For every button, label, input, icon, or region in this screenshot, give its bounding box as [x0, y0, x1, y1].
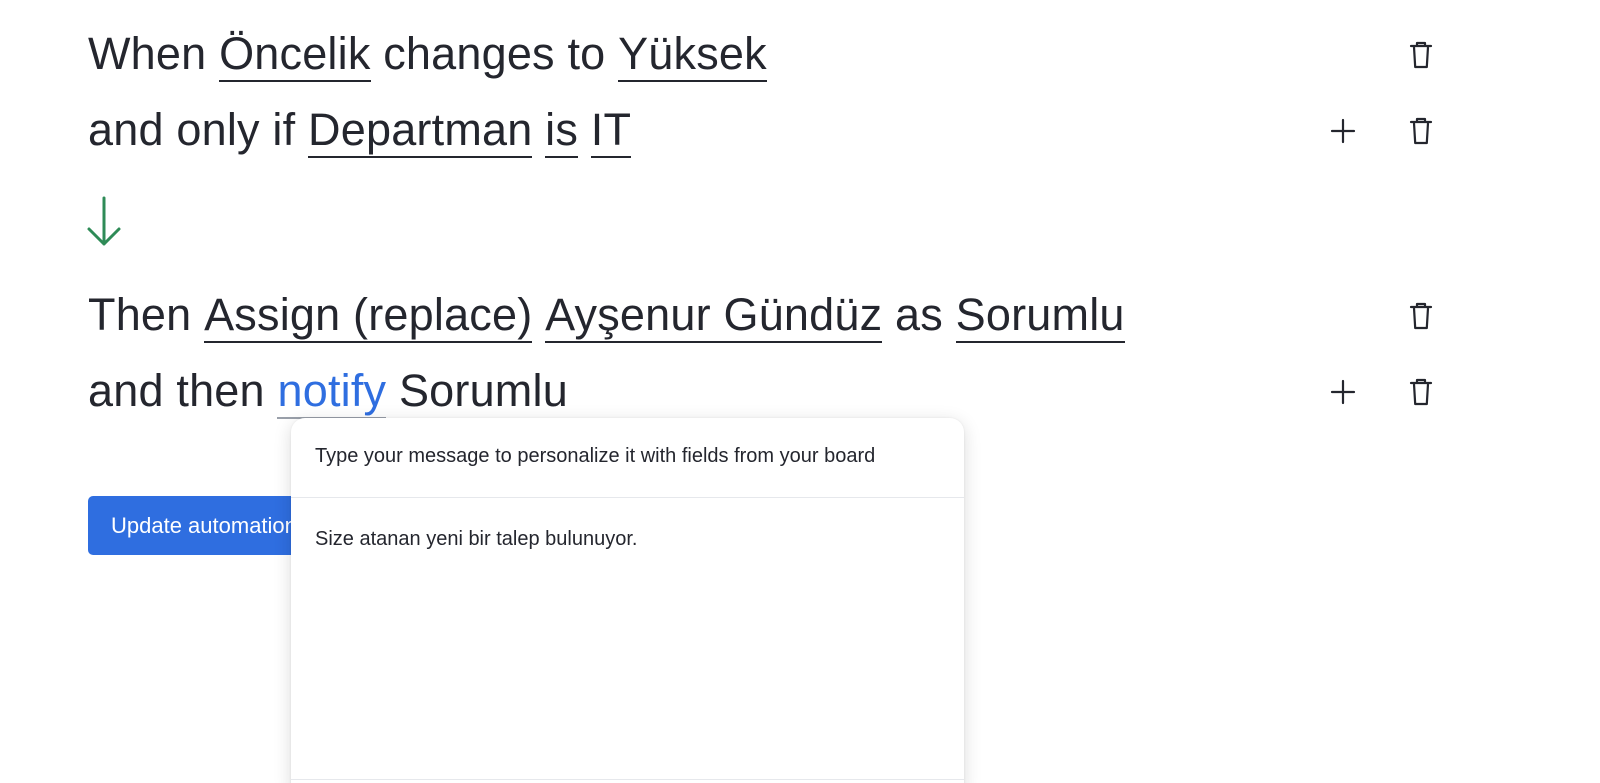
condition-operator-field[interactable]: is: [545, 104, 579, 158]
arrow-down-icon: [86, 196, 122, 248]
plus-icon: [1330, 379, 1356, 405]
condition-column-field[interactable]: Departman: [308, 104, 533, 158]
trigger-sentence: When Öncelik changes to Yüksek: [88, 26, 767, 82]
add-action-button[interactable]: [1325, 374, 1361, 410]
then-word: Then: [88, 289, 192, 340]
delete-followup-button[interactable]: [1403, 374, 1439, 410]
delete-trigger-button[interactable]: [1403, 37, 1439, 73]
trash-icon: [1409, 378, 1433, 406]
when-word: When: [88, 28, 207, 79]
as-word: as: [895, 289, 943, 340]
notify-field[interactable]: notify: [277, 365, 387, 419]
changes-to-text: changes to: [383, 28, 606, 79]
action-verb-field[interactable]: Assign (replace): [204, 289, 533, 343]
trash-icon: [1409, 117, 1433, 145]
followup-sentence: and then notify Sorumlu: [88, 363, 568, 419]
action-sentence: Then Assign (replace) Ayşenur Gündüz as …: [88, 287, 1125, 343]
notify-target-text: Sorumlu: [398, 365, 568, 416]
trigger-value-field[interactable]: Yüksek: [618, 28, 767, 82]
message-popover: Type your message to personalize it with…: [291, 418, 964, 783]
condition-sentence: and only if Departman is IT: [88, 102, 632, 158]
delete-action-button[interactable]: [1403, 298, 1439, 334]
trash-icon: [1409, 41, 1433, 69]
action-column-field[interactable]: Sorumlu: [955, 289, 1125, 343]
condition-value-field[interactable]: IT: [590, 104, 632, 158]
trash-icon: [1409, 302, 1433, 330]
followup-prefix: and then: [88, 365, 265, 416]
message-editor[interactable]: Size atanan yeni bir talep bulunuyor.: [291, 498, 964, 748]
trigger-column-field[interactable]: Öncelik: [219, 28, 371, 82]
plus-icon: [1330, 118, 1356, 144]
add-condition-button[interactable]: [1325, 113, 1361, 149]
popover-divider: [291, 779, 964, 780]
popover-header: Type your message to personalize it with…: [291, 418, 964, 498]
action-person-field[interactable]: Ayşenur Gündüz: [545, 289, 883, 343]
delete-condition-button[interactable]: [1403, 113, 1439, 149]
condition-prefix: and only if: [88, 104, 296, 155]
